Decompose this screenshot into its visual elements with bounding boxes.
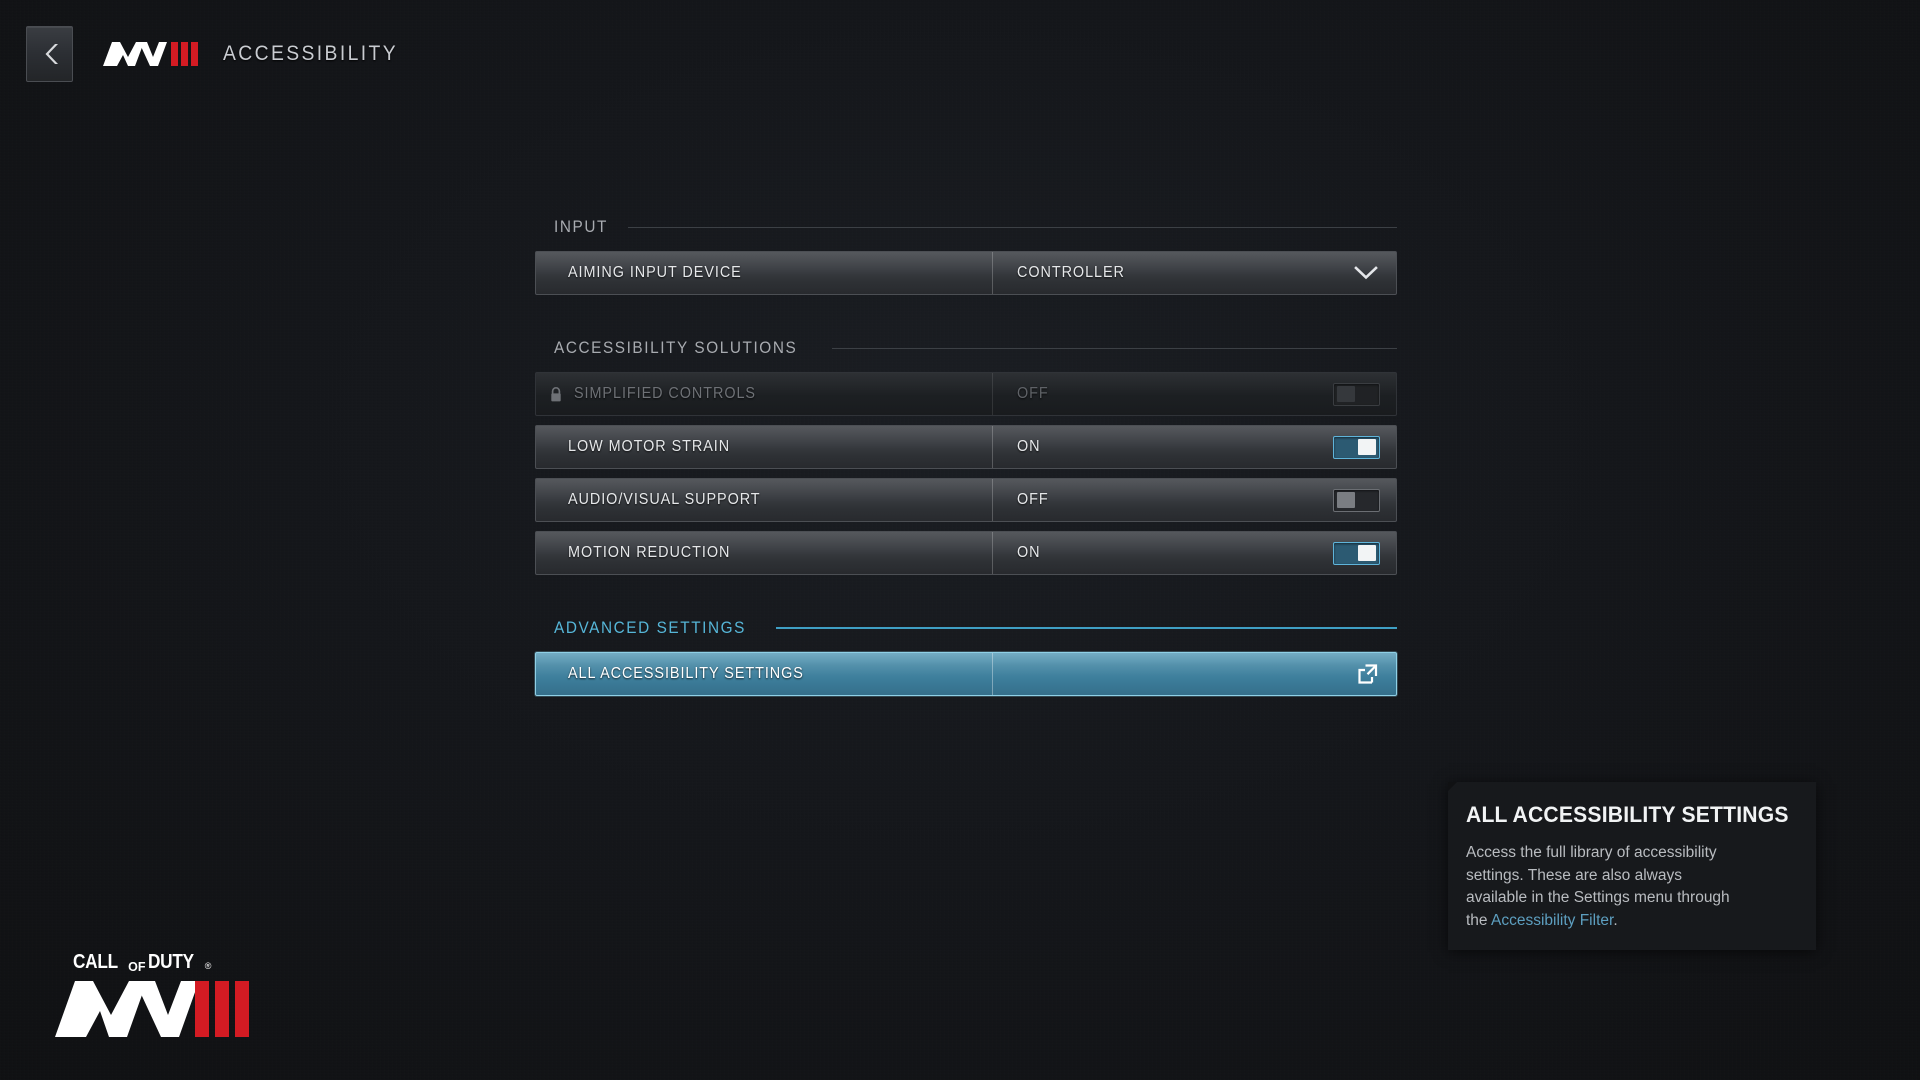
toggle-knob	[1337, 492, 1355, 508]
setting-value-text: OFF	[1017, 385, 1049, 402]
external-link-icon	[1358, 664, 1378, 684]
toggle-control	[1333, 373, 1380, 415]
chevron-left-icon	[45, 44, 58, 64]
toggle-switch-simplified-controls	[1333, 382, 1380, 406]
setting-value	[992, 653, 1396, 695]
tooltip-body: Access the full library of accessibility…	[1466, 842, 1741, 932]
setting-value: CONTROLLER	[992, 252, 1396, 294]
section-divider	[831, 347, 1397, 349]
toggle-knob	[1358, 545, 1376, 561]
section-divider	[628, 226, 1397, 228]
dropdown-control[interactable]	[1352, 252, 1380, 294]
setting-row-all-accessibility-settings[interactable]: ALL ACCESSIBILITY SETTINGS	[535, 652, 1397, 696]
setting-label: LOW MOTOR STRAIN	[536, 426, 992, 468]
section-rows-advanced-settings: ALL ACCESSIBILITY SETTINGS	[535, 652, 1397, 696]
toggle-control[interactable]	[1333, 479, 1380, 521]
setting-value-text: ON	[1017, 544, 1041, 561]
setting-value-text: CONTROLLER	[1017, 264, 1125, 281]
section-input: INPUT AIMING INPUT DEVICE CONTROLLER	[535, 210, 1397, 295]
open-control[interactable]	[1356, 653, 1380, 695]
accessibility-filter-link[interactable]: Accessibility Filter	[1491, 912, 1613, 929]
toggle-switch-motion-reduction[interactable]	[1333, 541, 1380, 565]
call-of-duty-logo: CALL OF DUTY ® MWIII	[55, 951, 251, 1044]
toggle-knob	[1358, 439, 1376, 455]
section-header-accessibility-solutions: ACCESSIBILITY SOLUTIONS	[535, 331, 1397, 365]
setting-label-text: ALL ACCESSIBILITY SETTINGS	[568, 665, 804, 682]
setting-row-audio-visual-support[interactable]: AUDIO/VISUAL SUPPORT OFF	[535, 478, 1397, 522]
section-divider	[776, 627, 1397, 629]
setting-label: AUDIO/VISUAL SUPPORT	[536, 479, 992, 521]
toggle-control[interactable]	[1333, 532, 1380, 574]
setting-label: AIMING INPUT DEVICE	[536, 252, 992, 294]
page-title: ACCESSIBILITY	[223, 42, 398, 65]
logo-duty-text: DUTY	[148, 951, 195, 973]
setting-label: SIMPLIFIED CONTROLS	[536, 373, 992, 415]
setting-row-aiming-input-device[interactable]: AIMING INPUT DEVICE CONTROLLER	[535, 251, 1397, 295]
logo-call-text: CALL	[73, 951, 118, 973]
logo-registered-mark: ®	[204, 961, 212, 971]
section-header-input: INPUT	[535, 210, 1397, 244]
setting-label: ALL ACCESSIBILITY SETTINGS	[536, 653, 992, 695]
chevron-down-icon	[1354, 266, 1378, 280]
setting-row-simplified-controls: SIMPLIFIED CONTROLS OFF	[535, 372, 1397, 416]
setting-label: MOTION REDUCTION	[536, 532, 992, 574]
setting-row-low-motor-strain[interactable]: LOW MOTOR STRAIN ON	[535, 425, 1397, 469]
setting-value-text: OFF	[1017, 491, 1049, 508]
section-header-advanced-settings: ADVANCED SETTINGS	[535, 611, 1397, 645]
section-accessibility-solutions: ACCESSIBILITY SOLUTIONS SIMPLIFIED CONTR…	[535, 331, 1397, 575]
tooltip-title: ALL ACCESSIBILITY SETTINGS	[1466, 802, 1789, 827]
section-title-advanced-settings: ADVANCED SETTINGS	[554, 618, 747, 637]
settings-container: INPUT AIMING INPUT DEVICE CONTROLLER ACC…	[535, 210, 1397, 706]
setting-label-text: AIMING INPUT DEVICE	[568, 264, 742, 281]
section-title-input: INPUT	[554, 217, 608, 236]
setting-label-text: LOW MOTOR STRAIN	[568, 438, 731, 455]
setting-label-text: AUDIO/VISUAL SUPPORT	[568, 491, 761, 508]
setting-label-text: SIMPLIFIED CONTROLS	[574, 385, 756, 402]
game-settings-screen: MWIII ACCESSIBILITY INPUT AIMING INPUT D…	[0, 0, 1920, 1080]
section-rows-accessibility-solutions: SIMPLIFIED CONTROLS OFF LOW MOTOR STRAIN	[535, 372, 1397, 575]
call-of-duty-wordmark: CALL OF DUTY ®	[73, 951, 251, 974]
mw-logo-icon	[103, 42, 198, 66]
section-advanced-settings: ADVANCED SETTINGS ALL ACCESSIBILITY SETT…	[535, 611, 1397, 696]
toggle-switch-low-motor-strain[interactable]	[1333, 435, 1380, 459]
mwiii-logo-icon	[55, 981, 249, 1037]
section-rows-input: AIMING INPUT DEVICE CONTROLLER	[535, 251, 1397, 295]
setting-label-text: MOTION REDUCTION	[568, 544, 731, 561]
setting-value-text: ON	[1017, 438, 1041, 455]
mwiii-logo: MWIII	[103, 41, 201, 67]
setting-row-motion-reduction[interactable]: MOTION REDUCTION ON	[535, 531, 1397, 575]
lock-icon	[551, 386, 561, 401]
logo-of-text: OF	[128, 960, 146, 974]
toggle-switch-audio-visual-support[interactable]	[1333, 488, 1380, 512]
page-header: MWIII ACCESSIBILITY	[0, 0, 1920, 108]
toggle-control[interactable]	[1333, 426, 1380, 468]
tooltip-panel: ALL ACCESSIBILITY SETTINGS Access the fu…	[1448, 782, 1816, 950]
back-button[interactable]	[26, 26, 73, 82]
tooltip-body-tail: .	[1613, 911, 1618, 929]
toggle-knob	[1337, 386, 1355, 402]
section-title-accessibility-solutions: ACCESSIBILITY SOLUTIONS	[554, 338, 798, 357]
